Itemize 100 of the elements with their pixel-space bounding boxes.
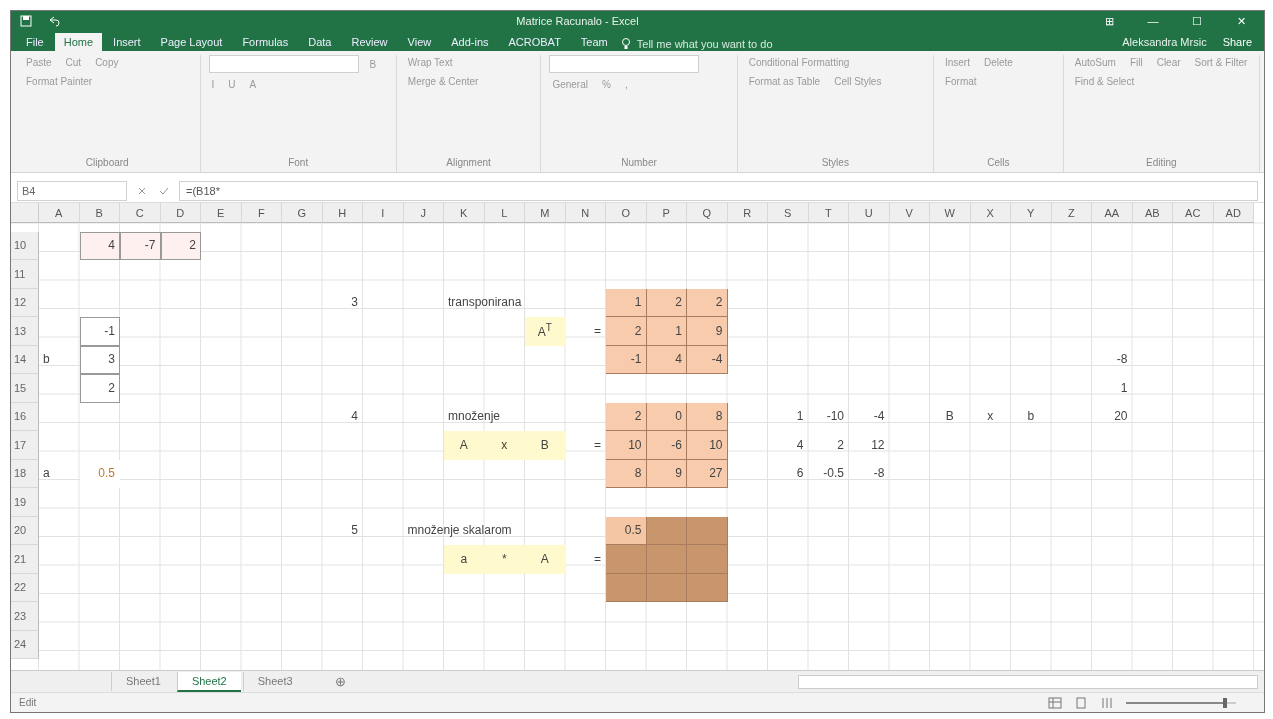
row-header[interactable]: 10 [11, 231, 39, 260]
column-header[interactable]: I [363, 203, 404, 223]
column-header[interactable]: AA [1092, 203, 1133, 223]
cell-text: -10 [826, 409, 844, 424]
cell-text: b [1027, 409, 1035, 424]
ribbon-tab[interactable]: Add-ins [442, 33, 498, 51]
name-box[interactable]: B4 [17, 180, 127, 201]
column-header[interactable]: N [565, 203, 606, 223]
cell-fill [646, 516, 687, 545]
cell-text: -8 [1116, 352, 1128, 367]
row-header[interactable]: 14 [11, 345, 39, 374]
cell-fill [646, 545, 687, 574]
grid-icon[interactable] [1048, 696, 1062, 709]
ribbon-tab[interactable]: ACROBAT [499, 33, 570, 51]
column-header[interactable]: AB [1132, 203, 1173, 223]
cell-text: = [594, 323, 601, 338]
column-header[interactable]: A [39, 203, 80, 223]
column-header[interactable]: AD [1213, 203, 1254, 223]
undo-icon[interactable] [47, 14, 61, 28]
table-cell: x [484, 431, 525, 460]
column-header[interactable]: C [120, 203, 161, 223]
window-control[interactable]: ⊞ [1094, 14, 1124, 28]
column-header[interactable]: Y [1011, 203, 1052, 223]
tell-me-field[interactable]: Tell me what you want to do [634, 37, 855, 51]
window-control[interactable]: — [1138, 15, 1168, 27]
row-header[interactable]: 11 [11, 260, 39, 289]
sheet-tab[interactable]: Sheet1 [111, 671, 175, 692]
column-header[interactable]: Z [1051, 203, 1092, 223]
ribbon-tab[interactable]: View [398, 33, 441, 51]
ribbon-tab[interactable]: Team [571, 33, 617, 51]
column-header[interactable]: P [646, 203, 687, 223]
cell-text: 1 [796, 409, 804, 424]
table-cell: -4 [687, 345, 728, 374]
column-header[interactable]: M [525, 203, 566, 223]
font-field[interactable] [208, 55, 359, 73]
column-header[interactable]: E [201, 203, 242, 223]
status-text: Edit [19, 697, 38, 708]
column-header[interactable]: H [322, 203, 363, 223]
user-name[interactable]: Aleksandra Mrsic [1114, 33, 1215, 51]
column-header[interactable]: W [930, 203, 971, 223]
group-label: Cells [986, 156, 1011, 170]
column-header[interactable]: Q [687, 203, 728, 223]
columns-icon[interactable] [1100, 696, 1114, 709]
column-header[interactable]: D [160, 203, 201, 223]
cell-text: 20 [1114, 409, 1128, 424]
row-header[interactable]: 21 [11, 545, 39, 574]
column-header[interactable]: V [889, 203, 930, 223]
ribbon-tab[interactable]: Page Layout [151, 33, 232, 51]
column-header[interactable]: G [282, 203, 323, 223]
ribbon-tab[interactable]: Review [342, 33, 397, 51]
number-format-field[interactable] [549, 55, 700, 73]
group-label: Alignment [445, 156, 492, 170]
column-header[interactable]: X [970, 203, 1011, 223]
row-header[interactable]: 23 [11, 602, 39, 631]
table-cell: a [444, 545, 485, 574]
column-header[interactable]: O [606, 203, 647, 223]
row-header[interactable]: 16 [11, 402, 39, 431]
sheet-tab[interactable]: Sheet3 [242, 671, 307, 692]
ribbon-tab[interactable]: Home [54, 33, 103, 51]
window-control[interactable]: ☐ [1182, 14, 1212, 28]
column-header[interactable]: K [444, 203, 485, 223]
select-all-corner[interactable] [11, 203, 39, 223]
page-icon[interactable] [1074, 696, 1088, 709]
column-header[interactable]: S [768, 203, 809, 223]
table-cell: 9 [687, 317, 728, 346]
ribbon-tab[interactable]: Insert [104, 33, 150, 51]
formula-field[interactable]: =(B18* [179, 180, 1258, 201]
cell-text: 4 [796, 437, 804, 452]
column-header[interactable]: AC [1173, 203, 1214, 223]
share-button[interactable]: Share [1216, 33, 1258, 51]
table-cell: -1 [606, 345, 647, 374]
window-control[interactable]: ✕ [1226, 14, 1256, 28]
ribbon-button[interactable]: Fill [1126, 55, 1146, 70]
add-sheet-button[interactable]: ⊕ [328, 673, 352, 690]
row-header[interactable]: 13 [11, 317, 39, 346]
table-cell: 0.5 [79, 459, 120, 488]
row-header[interactable]: 12 [11, 288, 39, 317]
sheet-tab[interactable]: Sheet2 [176, 671, 241, 692]
zoom-thumb[interactable] [1223, 697, 1227, 708]
column-header[interactable]: F [241, 203, 282, 223]
save-icon[interactable] [19, 14, 33, 28]
ribbon-tab[interactable]: File [17, 33, 53, 51]
cell-fill [606, 573, 647, 602]
column-header[interactable]: T [808, 203, 849, 223]
column-header[interactable]: B [79, 203, 120, 223]
row-header[interactable]: 18 [11, 459, 39, 488]
row-header[interactable]: 22 [11, 573, 39, 602]
column-header[interactable]: J [403, 203, 444, 223]
row-header[interactable]: 15 [11, 374, 39, 403]
column-header[interactable]: U [849, 203, 890, 223]
row-header[interactable]: 19 [11, 488, 39, 517]
row-header[interactable]: 20 [11, 516, 39, 545]
row-header[interactable]: 17 [11, 431, 39, 460]
column-header[interactable]: R [727, 203, 768, 223]
ribbon-tab[interactable]: Data [299, 33, 341, 51]
column-header[interactable]: L [484, 203, 525, 223]
horizontal-scrollbar[interactable] [798, 674, 1258, 689]
ribbon-tab[interactable]: Formulas [233, 33, 298, 51]
row-header[interactable]: 24 [11, 630, 39, 659]
cell-text: 4 [351, 409, 358, 424]
